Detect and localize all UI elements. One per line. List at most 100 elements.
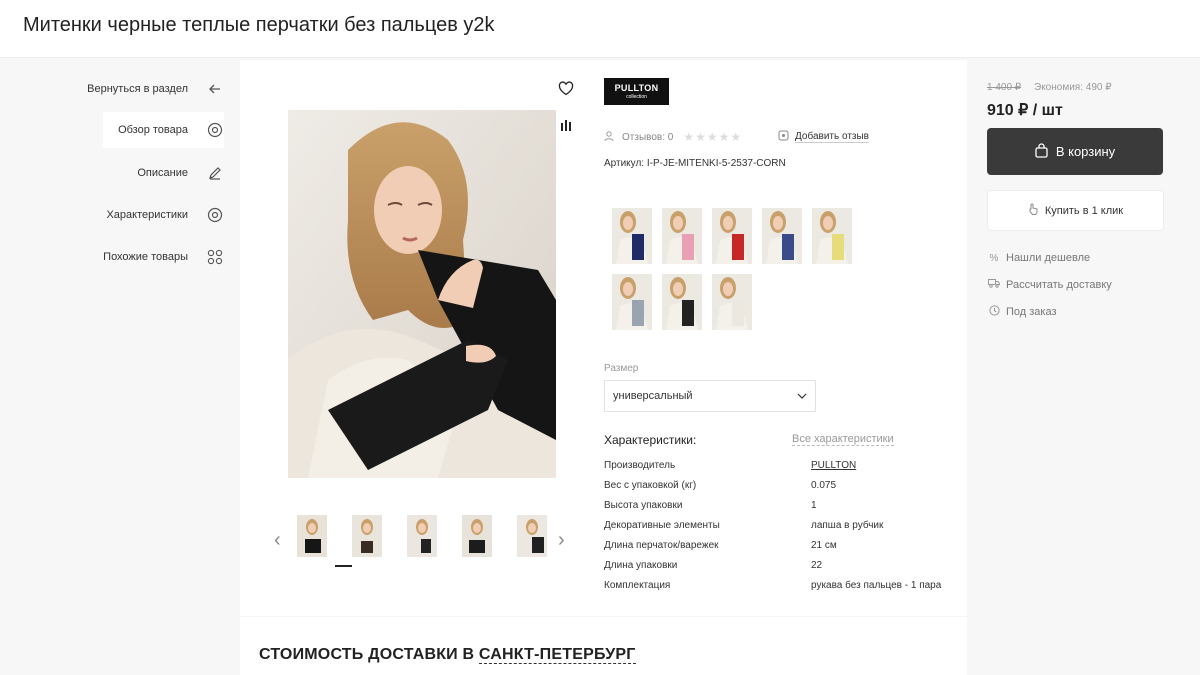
reviews-count: Отзывов: 0 — [622, 131, 674, 143]
spec-value-link[interactable]: PULLTON — [811, 460, 856, 471]
percent-icon: % — [989, 252, 999, 264]
delivery-title: СТОИМОСТЬ ДОСТАВКИ В САНКТ-ПЕТЕРБУРГ — [259, 646, 636, 664]
add-review-label: Добавить отзыв — [795, 131, 869, 143]
spec-value: 22 — [811, 560, 823, 571]
specs-title: Характеристики: — [604, 433, 697, 447]
eye-icon — [206, 121, 224, 139]
size-select[interactable]: универсальный — [604, 380, 816, 412]
calc-delivery-link[interactable]: Рассчитать доставку — [988, 278, 1112, 291]
color-variant-thumbnail[interactable] — [612, 274, 652, 330]
eye-icon — [206, 206, 224, 224]
nav-characteristics[interactable]: Характеристики — [106, 197, 224, 233]
active-thumbnail-indicator — [335, 565, 352, 567]
spec-value: 1 — [811, 500, 817, 511]
chevron-left-icon[interactable]: ‹ — [274, 529, 281, 552]
product-main-photo[interactable] — [288, 110, 556, 478]
nav-item-label: Вернуться в раздел — [87, 83, 188, 95]
brand-logo-text: PULLTON — [614, 83, 659, 93]
chevron-right-icon[interactable]: › — [558, 529, 565, 552]
spec-value: 21 см — [811, 540, 837, 551]
header-bar: Митенки черные теплые перчатки без пальц… — [0, 0, 1200, 58]
color-variant-thumbnail[interactable] — [712, 208, 752, 264]
sku: Артикул: I-P-JE-MITENKI-5-2537-CORN — [604, 158, 786, 169]
preorder-link[interactable]: Под заказ — [988, 305, 1057, 319]
color-variant-thumbnail[interactable] — [812, 208, 852, 264]
nav-item-label: Обзор товара — [118, 124, 188, 136]
all-specs-link[interactable]: Все характеристики — [792, 433, 894, 446]
thumbnail[interactable] — [517, 515, 547, 557]
spec-row: Декоративные элементы лапша в рубчик — [604, 520, 964, 536]
review-icon — [778, 130, 789, 144]
color-variant-thumbnail[interactable] — [662, 274, 702, 330]
nav-description[interactable]: Описание — [137, 155, 224, 191]
spec-row: Производитель PULLTON — [604, 460, 964, 476]
spec-key: Декоративные элементы — [604, 520, 720, 531]
grid-icon — [206, 248, 224, 266]
page-title: Митенки черные теплые перчатки без пальц… — [23, 14, 495, 36]
calc-delivery-label: Рассчитать доставку — [1006, 278, 1112, 291]
bar-chart-icon — [559, 118, 573, 137]
spec-key: Длина перчаток/варежек — [604, 540, 719, 551]
buy-one-click-button[interactable]: Купить в 1 клик — [987, 190, 1164, 231]
delivery-section: СТОИМОСТЬ ДОСТАВКИ В САНКТ-ПЕТЕРБУРГ — [240, 617, 967, 675]
nav-back-to-section[interactable]: Вернуться в раздел — [87, 71, 224, 107]
delivery-city-link[interactable]: САНКТ-ПЕТЕРБУРГ — [478, 646, 636, 664]
spec-key: Вес с упаковкой (кг) — [604, 480, 697, 491]
product-main: ‹ › PULLTON collection Отзывов: 0 ★★★★★ — [240, 60, 967, 616]
color-variant-thumbnail[interactable] — [612, 208, 652, 264]
nav-similar[interactable]: Похожие товары — [103, 239, 224, 275]
spec-value: лапша в рубчик — [811, 520, 884, 531]
thumbnail[interactable] — [462, 515, 492, 557]
brand-logo-sub: collection — [626, 94, 647, 100]
spec-row: Длина перчаток/варежек 21 см — [604, 540, 964, 556]
nav-item-label: Похожие товары — [103, 251, 188, 263]
rating-stars: ★★★★★ — [683, 130, 743, 144]
price: 910 ₽ / шт — [987, 102, 1063, 119]
arrow-left-icon — [206, 80, 224, 98]
favorite-button[interactable] — [552, 77, 580, 105]
spec-row: Длина упаковки 22 — [604, 560, 964, 576]
delivery-prefix: СТОИМОСТЬ ДОСТАВКИ В — [259, 646, 479, 663]
nav-item-label: Описание — [137, 167, 188, 179]
spec-row: Комплектация рукава без пальцев - 1 пара — [604, 580, 964, 596]
found-cheaper-link[interactable]: % Нашли дешевле — [988, 252, 1091, 264]
preorder-label: Под заказ — [1006, 306, 1057, 318]
pencil-icon — [206, 164, 224, 182]
bag-icon — [1035, 142, 1048, 161]
buy-one-click-label: Купить в 1 клик — [1044, 204, 1124, 217]
spec-key: Высота упаковки — [604, 500, 683, 511]
nav-overview[interactable]: Обзор товара — [103, 112, 224, 148]
photo-thumbnails: ‹ › — [272, 515, 577, 575]
spec-key: Длина упаковки — [604, 560, 678, 571]
spec-row: Вес с упаковкой (кг) 0.075 — [604, 480, 964, 496]
color-variant-thumbnail[interactable] — [662, 208, 702, 264]
add-to-cart-label: В корзину — [1055, 144, 1116, 159]
spec-row: Высота упаковки 1 — [604, 500, 964, 516]
color-variant-thumbnail[interactable] — [712, 274, 752, 330]
thumbnail[interactable] — [297, 515, 327, 557]
brand-logo[interactable]: PULLTON collection — [604, 78, 669, 105]
spec-key: Производитель — [604, 460, 676, 471]
found-cheaper-label: Нашли дешевле — [1006, 252, 1091, 264]
chevron-down-icon — [797, 390, 807, 402]
thumbnail[interactable] — [407, 515, 437, 557]
old-price: 1 400 ₽ — [987, 82, 1022, 93]
color-variant-thumbnail[interactable] — [762, 208, 802, 264]
clock-icon — [988, 305, 1000, 319]
spec-value: 0.075 — [811, 480, 837, 491]
size-value: универсальный — [613, 390, 693, 402]
size-label: Размер — [604, 363, 639, 374]
user-icon — [604, 130, 614, 144]
thumbnail[interactable] — [352, 515, 382, 557]
add-to-cart-button[interactable]: В корзину — [987, 128, 1163, 175]
add-review-link[interactable]: Добавить отзыв — [778, 130, 869, 144]
truck-icon — [988, 278, 1000, 291]
economy: Экономия: 490 ₽ — [1034, 82, 1112, 93]
reviews-summary: Отзывов: 0 ★★★★★ — [604, 130, 742, 144]
nav-item-label: Характеристики — [106, 209, 188, 221]
spec-key: Комплектация — [604, 580, 671, 591]
hand-pointer-icon — [1028, 203, 1039, 218]
compare-button[interactable] — [552, 113, 580, 141]
heart-icon — [558, 81, 574, 101]
spec-value: рукава без пальцев - 1 пара — [811, 580, 942, 591]
